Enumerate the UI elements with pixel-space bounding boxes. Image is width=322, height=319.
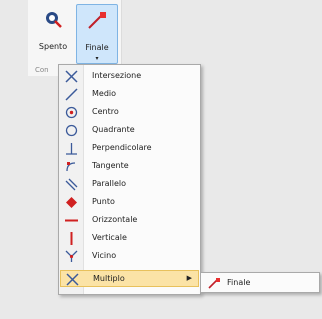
point-icon	[66, 197, 77, 208]
menu-item-verticale[interactable]: Verticale	[60, 230, 199, 247]
chevron-down-icon[interactable]: ▾	[95, 55, 98, 62]
snap-dropdown-menu: Intersezione Medio Centro Quadrante Perp…	[58, 64, 201, 295]
multiple-icon	[66, 273, 79, 286]
menu-item-vicino[interactable]: Vicino	[60, 248, 199, 265]
menu-item-label: Quadrante	[92, 125, 135, 134]
menu-item-label: Punto	[92, 197, 115, 206]
nearest-icon	[65, 250, 78, 262]
menu-item-label: Intersezione	[92, 71, 142, 80]
quadrant-icon	[65, 124, 78, 137]
menu-item-label: Vicino	[92, 251, 117, 260]
endpoint-snap-icon	[208, 278, 220, 289]
snap-off-icon	[46, 12, 62, 28]
menu-item-intersezione[interactable]: Intersezione	[60, 68, 199, 85]
endpoint-snap-icon	[88, 12, 106, 29]
menu-item-tangente[interactable]: Tangente	[60, 158, 199, 175]
parallel-icon	[65, 178, 78, 191]
menu-item-medio[interactable]: Medio	[60, 86, 199, 103]
menu-item-quadrante[interactable]: Quadrante	[60, 122, 199, 139]
perpendicular-icon	[66, 143, 77, 155]
menu-item-label: Verticale	[92, 233, 127, 242]
intersection-icon	[65, 70, 78, 83]
menu-item-punto[interactable]: Punto	[60, 194, 199, 211]
menu-item-label: Tangente	[92, 161, 129, 170]
menu-item-orizzontale[interactable]: Orizzontale	[60, 212, 199, 229]
submenu-arrow-icon: ▶	[186, 274, 192, 282]
menu-item-parallelo[interactable]: Parallelo	[60, 176, 199, 193]
vertical-icon	[70, 232, 73, 245]
menu-item-label: Parallelo	[92, 179, 127, 188]
submenu-item-finale[interactable]: Finale	[227, 278, 250, 287]
menu-item-multiplo[interactable]: Multiplo ▶	[60, 270, 199, 287]
menu-item-centro[interactable]: Centro	[60, 104, 199, 121]
finale-button[interactable]: Finale ▾	[76, 4, 118, 64]
multiplo-submenu: Finale	[200, 272, 320, 293]
midpoint-icon	[65, 88, 78, 101]
horizontal-icon	[65, 219, 78, 222]
center-icon	[65, 106, 78, 119]
menu-item-label: Perpendicolare	[92, 143, 152, 152]
finale-label: Finale	[85, 43, 109, 52]
spento-label: Spento	[38, 42, 68, 51]
menu-item-label: Orizzontale	[92, 215, 138, 224]
menu-item-label: Centro	[92, 107, 119, 116]
spento-button[interactable]: Spento	[34, 4, 72, 62]
menu-item-label: Medio	[92, 89, 117, 98]
menu-item-label: Multiplo	[93, 274, 125, 283]
tangent-icon	[66, 162, 76, 172]
menu-item-perpendicolare[interactable]: Perpendicolare	[60, 140, 199, 157]
